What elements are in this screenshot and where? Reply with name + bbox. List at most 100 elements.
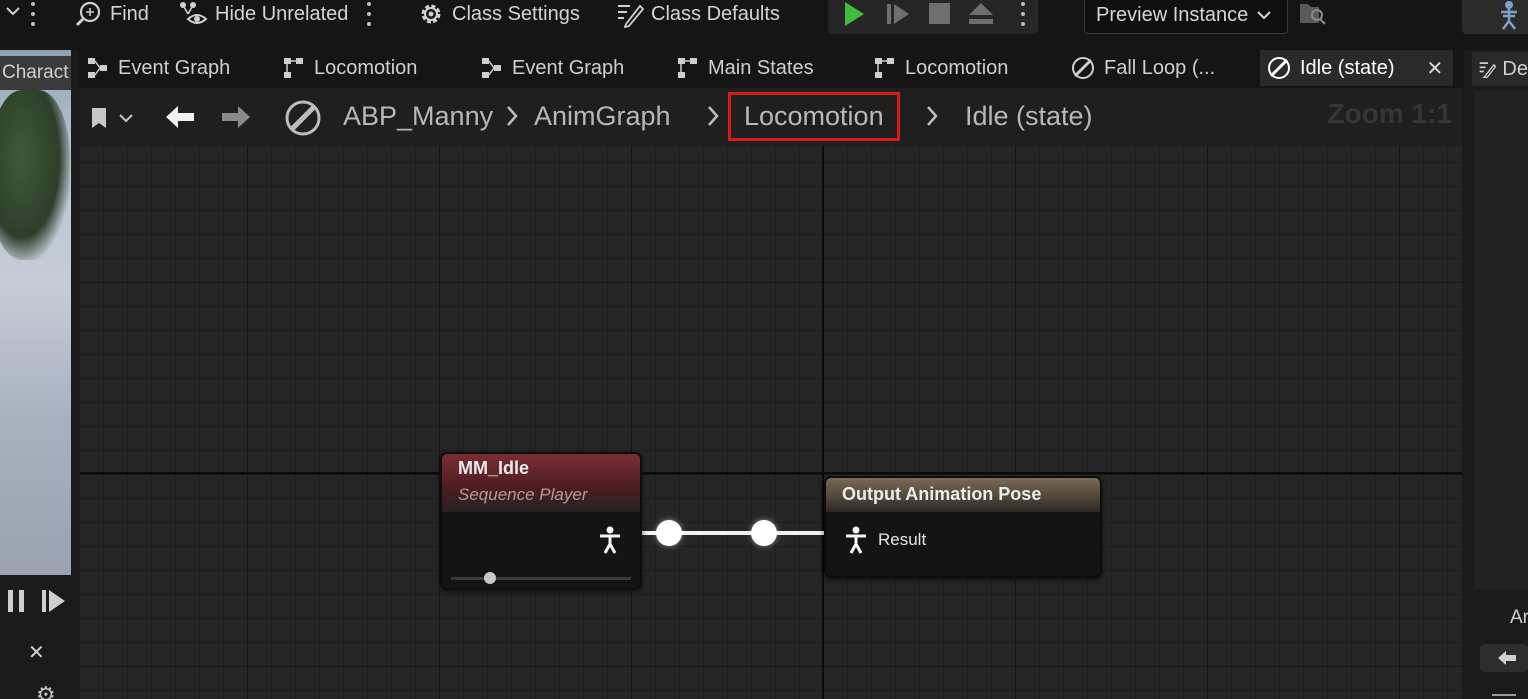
reroute-knot[interactable] xyxy=(751,520,777,546)
character-tab[interactable]: Charact xyxy=(0,56,71,90)
back-button[interactable] xyxy=(1480,644,1528,672)
details-body xyxy=(1474,90,1528,590)
pose-wire[interactable] xyxy=(622,531,826,535)
class-settings-label: Class Settings xyxy=(452,2,580,25)
breadcrumb-item[interactable]: ABP_Manny xyxy=(343,98,493,134)
settings-gear-icon[interactable]: ⚙ xyxy=(36,682,56,699)
find-in-content-browser-icon[interactable] xyxy=(1298,0,1328,28)
breadcrumb-label: Locomotion xyxy=(744,101,884,131)
state-machine-icon xyxy=(284,58,303,78)
tab-label: Locomotion xyxy=(314,56,418,79)
play-options-icon[interactable] xyxy=(1020,2,1026,26)
output-animation-pose-node[interactable]: Output Animation Pose Result xyxy=(824,476,1102,578)
event-graph-icon xyxy=(88,58,107,78)
tab-main-states[interactable]: Main States xyxy=(676,50,814,86)
state-icon xyxy=(1072,57,1094,79)
forward-arrow-icon[interactable] xyxy=(220,104,252,135)
character-tab-label: Charact xyxy=(2,62,69,83)
breadcrumb-label: ABP_Manny xyxy=(343,100,494,131)
node-title: MM_Idle xyxy=(458,458,530,478)
step-icon[interactable] xyxy=(884,0,912,28)
breadcrumb-label: Idle (state) xyxy=(965,100,1093,131)
tab-label: Locomotion xyxy=(905,56,1009,79)
chevron-right-icon xyxy=(504,98,520,134)
tab-label: Fall Loop (... xyxy=(1104,56,1216,79)
breadcrumb-item[interactable]: AnimGraph xyxy=(534,98,671,134)
node-header: MM_Idle Sequence Player xyxy=(442,454,640,512)
origin-axis-vertical xyxy=(822,146,824,699)
document-tabs: Event Graph Locomotion Event Graph Main … xyxy=(78,50,1464,88)
viewport-controls: ✕ ⚙ xyxy=(0,578,71,699)
breadcrumb-label: AnimGraph xyxy=(534,100,671,131)
find-button[interactable]: Find xyxy=(75,0,149,28)
details-tab[interactable]: De xyxy=(1472,52,1528,86)
tab-label: Idle (state) xyxy=(1300,56,1395,79)
breadcrumb-item[interactable]: Idle (state) xyxy=(965,98,1093,134)
tab-event-graph[interactable]: Event Graph xyxy=(86,50,230,86)
origin-axis-horizontal xyxy=(80,472,1462,474)
play-rate-slider-track xyxy=(451,577,631,580)
node-header: Output Animation Pose xyxy=(826,478,1100,512)
pose-output-pin-icon[interactable] xyxy=(598,526,622,559)
class-defaults-button[interactable]: Class Defaults xyxy=(614,0,780,28)
more-options-icon[interactable] xyxy=(30,2,36,26)
close-icon[interactable]: ✕ xyxy=(28,640,45,665)
step-forward-icon[interactable] xyxy=(40,588,68,614)
hide-unrelated-button[interactable]: Hide Unrelated xyxy=(178,0,348,28)
pin-label: Result xyxy=(878,530,927,549)
tab-label: Main States xyxy=(708,56,814,79)
main-toolbar: Find Hide Unrelated Class Settings Class… xyxy=(0,0,1528,50)
zoom-level: Zoom 1:1 xyxy=(1327,98,1452,129)
event-graph-icon xyxy=(482,58,501,78)
tab-label: Event Graph xyxy=(512,56,625,79)
viewport-preview[interactable] xyxy=(0,50,71,575)
tab-idle-state[interactable]: Idle (state) ✕ xyxy=(1260,50,1454,86)
find-label: Find xyxy=(110,2,149,25)
details-tab-label: De xyxy=(1502,57,1528,80)
state-icon xyxy=(1268,57,1290,79)
skeleton-editor-button[interactable] xyxy=(1462,0,1528,34)
breadcrumb: ABP_Manny AnimGraph Locomotion Idle (sta… xyxy=(80,88,1462,146)
hide-unrelated-label: Hide Unrelated xyxy=(215,2,349,25)
back-arrow-icon[interactable] xyxy=(164,104,196,135)
bookmark-icon[interactable] xyxy=(90,106,138,135)
preview-instance-dropdown[interactable]: Preview Instance xyxy=(1084,0,1288,34)
tab-locomotion[interactable]: Locomotion xyxy=(282,50,417,86)
chevron-right-icon xyxy=(924,98,940,134)
find-icon xyxy=(75,1,101,27)
sequence-player-node[interactable]: MM_Idle Sequence Player xyxy=(440,452,642,590)
class-defaults-icon xyxy=(618,4,644,28)
details-icon xyxy=(1479,62,1497,79)
pause-icon[interactable] xyxy=(6,588,28,614)
back-arrow-icon xyxy=(1498,651,1516,665)
hide-unrelated-icon xyxy=(180,2,208,24)
skeleton-icon xyxy=(1501,1,1517,30)
tab-fall-loop[interactable]: Fall Loop (... xyxy=(1070,50,1215,86)
divider xyxy=(1492,694,1516,696)
reroute-knot[interactable] xyxy=(656,520,682,546)
play-rate-slider-handle[interactable] xyxy=(484,572,496,584)
pose-input-pin-icon xyxy=(846,526,866,554)
stop-icon[interactable] xyxy=(926,0,954,28)
play-controls xyxy=(828,0,1038,34)
tab-locomotion-2[interactable]: Locomotion xyxy=(873,50,1008,86)
state-machine-icon xyxy=(875,58,894,78)
result-pin[interactable]: Result xyxy=(844,526,926,554)
class-settings-button[interactable]: Class Settings xyxy=(417,0,580,28)
tab-event-graph-2[interactable]: Event Graph xyxy=(480,50,624,86)
chevron-down-icon[interactable] xyxy=(4,4,22,23)
graph-canvas[interactable] xyxy=(80,146,1462,699)
section-label: Ar xyxy=(1510,607,1528,628)
breadcrumb-item-highlighted[interactable]: Locomotion xyxy=(728,92,900,141)
class-defaults-label: Class Defaults xyxy=(651,2,780,25)
close-icon[interactable]: ✕ xyxy=(1426,56,1443,81)
play-icon[interactable] xyxy=(840,0,868,28)
details-panel: De Ar xyxy=(1470,50,1528,699)
chevron-right-icon xyxy=(705,98,721,134)
hide-unrelated-options-icon[interactable] xyxy=(366,2,372,26)
eject-icon[interactable] xyxy=(966,0,996,28)
state-icon xyxy=(284,99,322,142)
node-title: Output Animation Pose xyxy=(842,484,1042,504)
gear-icon xyxy=(421,4,441,24)
state-machine-icon xyxy=(678,58,697,78)
